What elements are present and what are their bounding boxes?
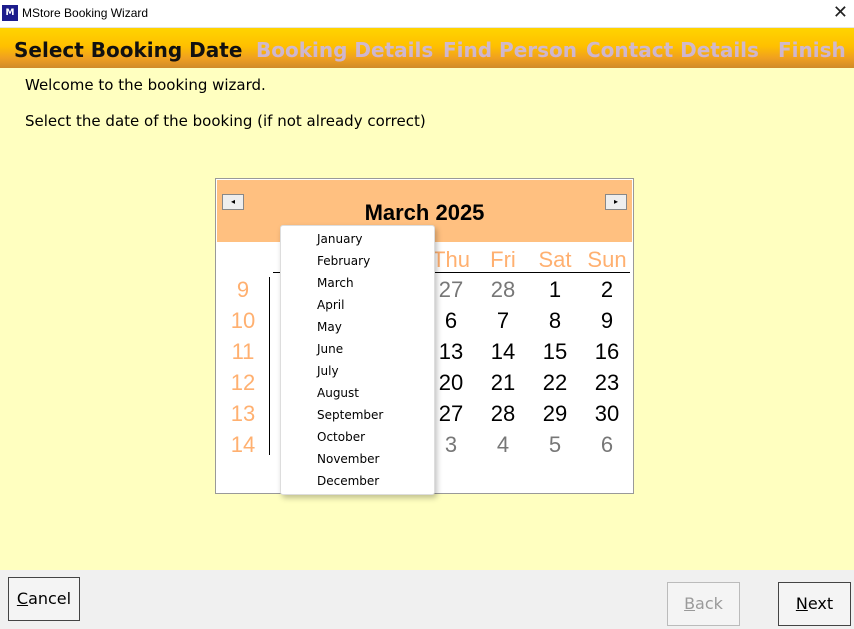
calendar-day[interactable]: 23 xyxy=(581,370,633,396)
close-icon[interactable]: ✕ xyxy=(833,2,848,23)
month-option[interactable]: January xyxy=(317,232,363,246)
week-number: 12 xyxy=(230,370,256,395)
weekday-header: Sun xyxy=(587,247,627,272)
calendar-day[interactable]: 9 xyxy=(581,308,633,334)
back-mnemonic: B xyxy=(684,594,696,613)
calendar-day[interactable]: 8 xyxy=(529,308,581,334)
back-button[interactable]: Back xyxy=(667,582,740,626)
week-number: 9 xyxy=(236,277,250,302)
app-logo-icon: M xyxy=(2,5,18,21)
week-number: 11 xyxy=(231,339,255,364)
calendar-day[interactable]: 21 xyxy=(477,370,529,396)
calendar-day[interactable]: 7 xyxy=(477,308,529,334)
month-option[interactable]: December xyxy=(317,474,379,488)
welcome-text: Welcome to the booking wizard. xyxy=(25,76,266,94)
calendar-day[interactable]: 28 xyxy=(477,277,529,303)
weekday-header: Sat xyxy=(538,247,572,272)
calendar-day[interactable]: 2 xyxy=(581,277,633,303)
back-label-rest: ack xyxy=(695,594,723,613)
wizard-step-bar: Select Booking Date Booking Details Find… xyxy=(0,28,854,68)
title-bar: M MStore Booking Wizard ✕ xyxy=(0,0,854,28)
month-option[interactable]: May xyxy=(317,320,342,334)
next-month-button[interactable]: ▸ xyxy=(605,194,627,210)
week-number-divider xyxy=(269,277,270,455)
month-dropdown: January February March April May June July Augu… xyxy=(280,225,435,495)
calendar-day[interactable]: 4 xyxy=(477,432,529,458)
month-option[interactable]: April xyxy=(317,298,344,312)
month-option[interactable]: July xyxy=(317,364,339,378)
month-option[interactable]: October xyxy=(317,430,365,444)
cancel-button[interactable]: Cancel xyxy=(8,577,80,621)
calendar-day[interactable]: 1 xyxy=(529,277,581,303)
calendar-day[interactable]: 22 xyxy=(529,370,581,396)
next-label-rest: ext xyxy=(807,594,834,613)
month-option[interactable]: November xyxy=(317,452,379,466)
month-option[interactable]: September xyxy=(317,408,383,422)
calendar-day[interactable]: 5 xyxy=(529,432,581,458)
calendar-day[interactable]: 14 xyxy=(477,339,529,365)
calendar-day[interactable]: 28 xyxy=(477,401,529,427)
step-finish: Finish xyxy=(778,38,846,62)
week-number: 13 xyxy=(230,401,256,426)
wizard-footer: Cancel Back Next xyxy=(0,570,854,629)
month-option[interactable]: February xyxy=(317,254,370,268)
wizard-content: Welcome to the booking wizard. Select th… xyxy=(0,68,854,570)
calendar-day[interactable]: 6 xyxy=(581,432,633,458)
calendar-day[interactable]: 29 xyxy=(529,401,581,427)
week-number: 14 xyxy=(230,432,256,457)
instruction-text: Select the date of the booking (if not a… xyxy=(25,112,426,130)
window-title: MStore Booking Wizard xyxy=(22,6,149,20)
weekday-header: Fri xyxy=(490,247,516,272)
month-option[interactable]: August xyxy=(317,386,359,400)
next-mnemonic: N xyxy=(795,594,808,613)
cancel-mnemonic: C xyxy=(16,589,29,608)
cancel-label-rest: ancel xyxy=(28,589,72,608)
step-select-booking-date: Select Booking Date xyxy=(14,38,243,62)
month-option[interactable]: June xyxy=(317,342,343,356)
calendar-day[interactable]: 16 xyxy=(581,339,633,365)
calendar-day[interactable]: 15 xyxy=(529,339,581,365)
calendar-day[interactable]: 30 xyxy=(581,401,633,427)
step-find-person: Find Person xyxy=(443,38,578,62)
week-number: 10 xyxy=(230,308,256,333)
step-contact-details: Contact Details xyxy=(586,38,759,62)
next-button[interactable]: Next xyxy=(778,582,851,626)
calendar-month-title[interactable]: March 2025 xyxy=(217,200,632,226)
step-booking-details: Booking Details xyxy=(256,38,434,62)
month-option[interactable]: March xyxy=(317,276,354,290)
